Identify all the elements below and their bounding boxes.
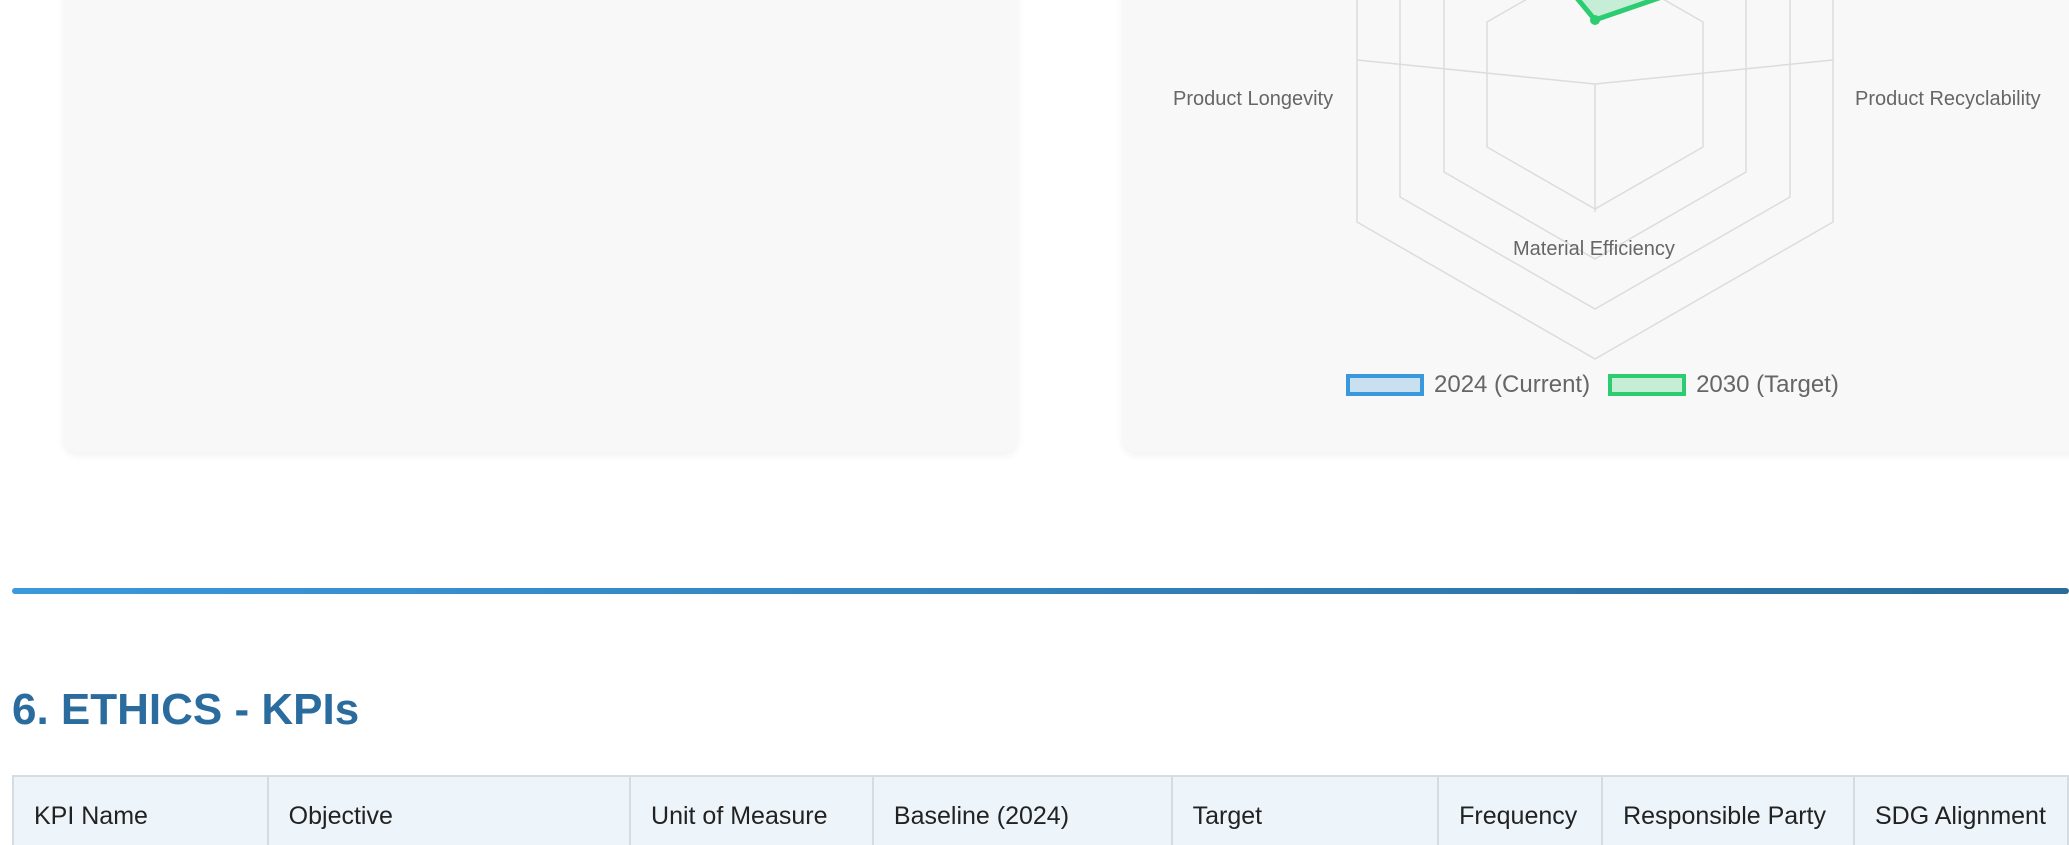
column-header-kpi-name[interactable]: KPI Name — [12, 775, 269, 845]
radar-spoke-right — [1594, 59, 1834, 85]
legend-swatch-current — [1346, 374, 1424, 396]
column-header-frequency[interactable]: Frequency — [1437, 775, 1604, 845]
radar-spoke-left — [1356, 59, 1596, 85]
column-header-sdg-alignment[interactable]: SDG Alignment — [1853, 775, 2069, 845]
kpi-table-header-row: KPI Name Objective Unit of Measure Basel… — [12, 775, 2069, 845]
chart-legend: 2024 (Current) 2030 (Target) — [1346, 371, 1857, 399]
column-header-objective[interactable]: Objective — [266, 775, 632, 845]
page: Product Longevity Product Recyclability … — [0, 0, 2069, 845]
column-header-baseline[interactable]: Baseline (2024) — [871, 775, 1173, 845]
legend-label-target: 2030 (Target) — [1696, 371, 1839, 398]
series-2030-point — [1590, 15, 1600, 25]
radar-axis-label-left: Product Longevity — [1173, 88, 1334, 110]
legend-item-current[interactable]: 2024 (Current) — [1346, 371, 1590, 399]
section-divider — [12, 588, 2069, 594]
legend-swatch-target — [1608, 374, 1687, 396]
kpi-table: KPI Name Objective Unit of Measure Basel… — [12, 775, 2069, 845]
column-header-responsible-party[interactable]: Responsible Party — [1601, 775, 1855, 845]
column-header-target[interactable]: Target — [1170, 775, 1440, 845]
radar-axis-label-bottom: Material Efficiency — [1513, 238, 1675, 260]
legend-item-target[interactable]: 2030 (Target) — [1608, 371, 1839, 399]
radar-axis-label-right: Product Recyclability — [1855, 88, 2041, 110]
column-header-unit-of-measure[interactable]: Unit of Measure — [629, 775, 874, 845]
chart-card-left — [63, 0, 1018, 452]
legend-label-current: 2024 (Current) — [1434, 371, 1591, 398]
section-title: 6. ETHICS - KPIs — [12, 685, 360, 734]
radar-grid — [1356, 0, 1834, 360]
series-2030-target — [1575, 0, 1661, 23]
